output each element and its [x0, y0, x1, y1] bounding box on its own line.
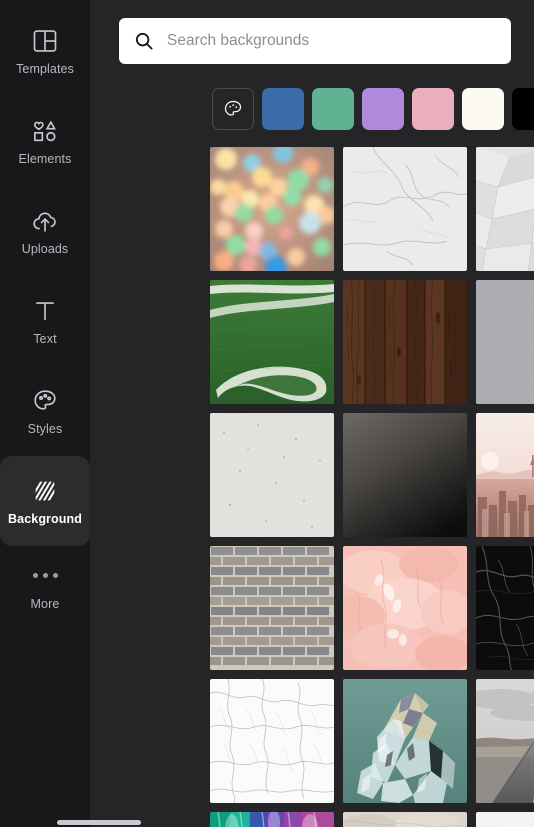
background-tile-gray-brick-wall[interactable] [210, 546, 334, 670]
background-tile-white-paper[interactable] [476, 812, 534, 827]
templates-icon [31, 27, 59, 55]
background-tile-pink-watercolor[interactable] [343, 546, 467, 670]
background-tile-dark-wood-planks[interactable] [343, 280, 467, 404]
background-tile-gray-concrete[interactable] [476, 280, 534, 404]
background-icon [31, 477, 59, 505]
elements-icon [31, 117, 59, 145]
color-picker-button[interactable] [212, 88, 254, 130]
sidebar-item-styles[interactable]: Styles [0, 366, 90, 456]
horizontal-scrollbar[interactable] [57, 820, 141, 825]
background-panel [90, 0, 534, 827]
sidebar-item-text[interactable]: Text [0, 276, 90, 366]
canva-editor-window: Templates Elements Uploads Text Styles B… [0, 0, 534, 827]
background-tile-pink-cityscape[interactable] [476, 413, 534, 537]
sidebar-label-elements: Elements [18, 151, 72, 166]
swatch-cream[interactable] [462, 88, 504, 130]
more-dots-icon [32, 562, 58, 590]
swatch-pink[interactable] [412, 88, 454, 130]
search-icon [133, 30, 155, 52]
sidebar-item-background[interactable]: Background [0, 456, 90, 546]
background-tile-pale-marble[interactable] [343, 812, 467, 827]
left-sidebar: Templates Elements Uploads Text Styles B… [0, 0, 90, 827]
sidebar-item-templates[interactable]: Templates [0, 6, 90, 96]
search-input[interactable] [167, 18, 497, 64]
swatch-green[interactable] [312, 88, 354, 130]
sidebar-label-background: Background [8, 511, 82, 526]
background-tile-dark-gradient[interactable] [343, 413, 467, 537]
background-tile-white-marble[interactable] [343, 147, 467, 271]
sidebar-label-more: More [30, 596, 60, 611]
sidebar-item-more[interactable]: More [0, 546, 90, 626]
sidebar-label-text: Text [33, 331, 57, 346]
background-tile-black-marble[interactable] [476, 546, 534, 670]
background-image-grid [210, 147, 534, 827]
background-tile-bokeh-lights[interactable] [210, 147, 334, 271]
background-tile-white-marble-veins[interactable] [210, 679, 334, 803]
sidebar-label-uploads: Uploads [21, 241, 69, 256]
background-tile-grass-field[interactable] [210, 280, 334, 404]
background-tile-speckled-paper[interactable] [210, 413, 334, 537]
color-palette-icon [222, 98, 244, 120]
background-tile-empty-highway[interactable] [476, 679, 534, 803]
background-tile-ink-art-teal-purple[interactable] [210, 812, 334, 827]
color-swatch-row [212, 86, 534, 132]
background-tile-crumpled-paper[interactable] [476, 147, 534, 271]
sidebar-label-styles: Styles [27, 421, 63, 436]
sidebar-item-uploads[interactable]: Uploads [0, 186, 90, 276]
text-icon [31, 297, 59, 325]
sidebar-item-elements[interactable]: Elements [0, 96, 90, 186]
background-tile-quartz-crystals[interactable] [343, 679, 467, 803]
sidebar-label-templates: Templates [16, 61, 74, 76]
swatch-black[interactable] [512, 88, 534, 130]
swatch-blue[interactable] [262, 88, 304, 130]
swatch-purple[interactable] [362, 88, 404, 130]
search-bar[interactable] [119, 18, 511, 64]
uploads-icon [31, 207, 59, 235]
styles-icon [31, 387, 59, 415]
